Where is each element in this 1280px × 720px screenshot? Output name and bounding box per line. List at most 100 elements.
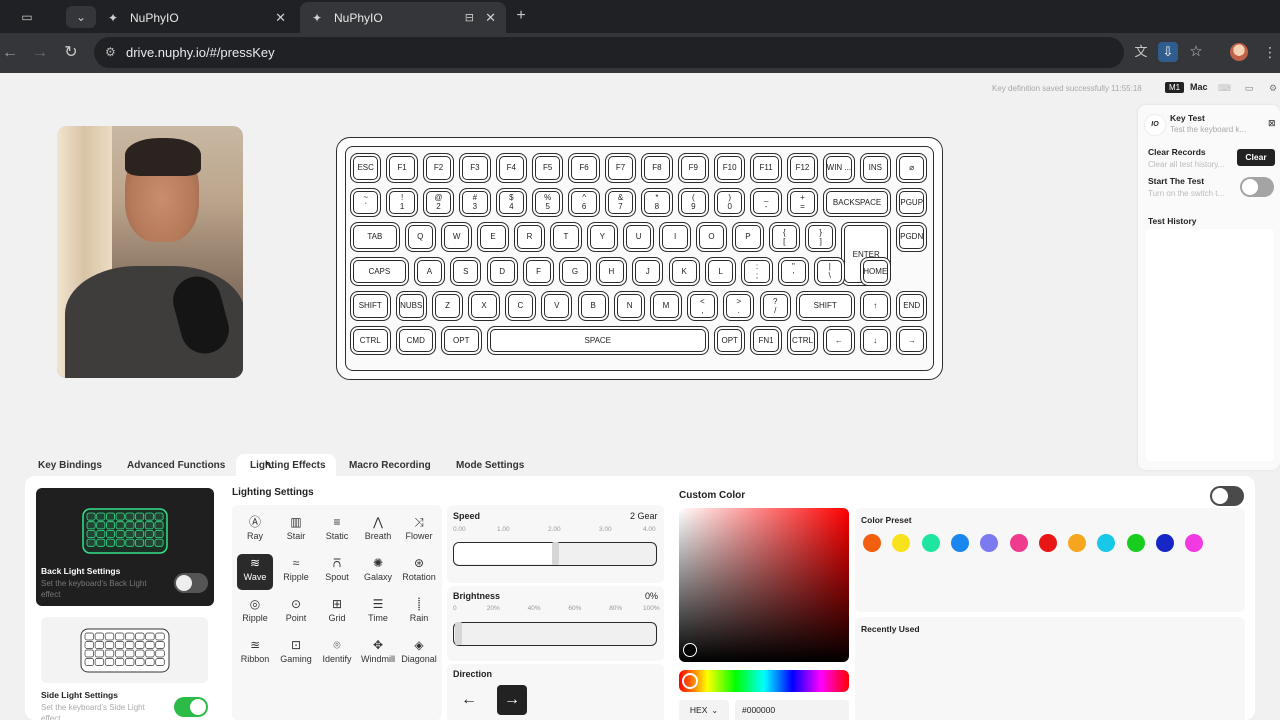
key-* 8[interactable]: * 8 bbox=[641, 187, 673, 217]
effect-gaming[interactable]: ⊡ Gaming bbox=[278, 636, 314, 672]
color-preset-swatch[interactable] bbox=[1126, 534, 1145, 552]
key-r[interactable]: R bbox=[513, 222, 546, 252]
key-b[interactable]: B bbox=[577, 291, 609, 321]
key-% 5[interactable]: % 5 bbox=[532, 187, 564, 217]
exit-icon[interactable]: ⊠ bbox=[1268, 118, 1276, 129]
browser-menu-icon[interactable]: ⋮ bbox=[1260, 42, 1280, 62]
key-f5[interactable]: F5 bbox=[532, 153, 564, 183]
effect-rotation[interactable]: ⊛ Rotation bbox=[401, 554, 437, 590]
color-preset-swatch[interactable] bbox=[921, 534, 940, 552]
color-preset-swatch[interactable] bbox=[1038, 534, 1057, 552]
color-preset-swatch[interactable] bbox=[1068, 534, 1087, 552]
key-p[interactable]: P bbox=[732, 222, 764, 252]
key-# 3[interactable]: # 3 bbox=[459, 187, 491, 217]
hue-slider-thumb[interactable] bbox=[682, 673, 698, 689]
key-i[interactable]: I bbox=[659, 222, 691, 252]
key-home[interactable]: HOME bbox=[859, 256, 891, 286]
effect-static[interactable]: ≡ Static bbox=[319, 513, 355, 549]
color-picker-cursor[interactable] bbox=[683, 643, 697, 657]
key-caps[interactable]: CAPS bbox=[350, 256, 409, 286]
key-f8[interactable]: F8 bbox=[641, 153, 673, 183]
direction-right-button[interactable]: → bbox=[497, 685, 527, 715]
side-light-card[interactable] bbox=[41, 617, 208, 683]
hue-slider[interactable] bbox=[679, 670, 849, 692]
key-m[interactable]: M bbox=[650, 291, 682, 321]
effect-wave[interactable]: ≋ Wave bbox=[237, 554, 273, 590]
speed-slider-thumb[interactable] bbox=[552, 542, 559, 565]
key-y[interactable]: Y bbox=[586, 222, 618, 252]
key-j[interactable]: J bbox=[632, 256, 664, 286]
forward-icon[interactable]: → bbox=[30, 43, 50, 63]
tab-mode-settings[interactable]: Mode Settings bbox=[456, 460, 524, 474]
key-@ 2[interactable]: @ 2 bbox=[422, 187, 455, 217]
tab-key-bindings[interactable]: Key Bindings bbox=[38, 460, 102, 474]
back-light-card[interactable]: Back Light Settings Set the keyboard's B… bbox=[36, 488, 214, 606]
back-light-toggle[interactable] bbox=[174, 573, 208, 593]
key-shift[interactable]: SHIFT bbox=[350, 291, 391, 321]
key-q[interactable]: Q bbox=[404, 222, 436, 252]
hex-input[interactable]: #000000 bbox=[735, 700, 849, 720]
tab-lighting-effects[interactable]: Lighting Effects bbox=[250, 460, 326, 474]
color-preset-swatch[interactable] bbox=[950, 534, 969, 552]
effect-galaxy[interactable]: ✺ Galaxy bbox=[360, 554, 396, 590]
tab-advanced-functions[interactable]: Advanced Functions bbox=[127, 460, 225, 474]
new-tab-icon[interactable]: + bbox=[506, 5, 536, 27]
key-pgdn[interactable]: PGDN bbox=[896, 222, 928, 252]
back-icon[interactable]: ← bbox=[0, 43, 20, 63]
effect-flower[interactable]: ⤨ Flower bbox=[401, 513, 437, 549]
side-light-toggle[interactable] bbox=[174, 697, 208, 717]
key-_ -[interactable]: _ - bbox=[750, 187, 782, 217]
key-x[interactable]: X bbox=[468, 291, 500, 321]
key-f[interactable]: F bbox=[522, 256, 555, 286]
key-c[interactable]: C bbox=[504, 291, 537, 321]
key-t[interactable]: T bbox=[550, 222, 582, 252]
key-u[interactable]: U bbox=[623, 222, 655, 252]
install-app-icon[interactable]: ⇩ bbox=[1158, 42, 1178, 62]
key-~ `[interactable]: ~ ` bbox=[350, 187, 382, 217]
close-tab-icon[interactable]: ✕ bbox=[275, 10, 286, 26]
translate-icon[interactable]: 文 bbox=[1131, 42, 1151, 62]
key-s[interactable]: S bbox=[450, 256, 482, 286]
site-settings-icon[interactable]: ⚙ bbox=[105, 45, 116, 59]
tab-search-icon[interactable]: ⌄ bbox=[66, 6, 96, 28]
key-$ 4[interactable]: $ 4 bbox=[495, 187, 527, 217]
color-preset-swatch[interactable] bbox=[1009, 534, 1028, 552]
key-a[interactable]: A bbox=[413, 256, 446, 286]
effect-ribbon[interactable]: ≊ Ribbon bbox=[237, 636, 273, 672]
effect-windmill[interactable]: ✥ Windmill bbox=[360, 636, 396, 672]
brightness-slider[interactable] bbox=[453, 622, 657, 646]
key-e[interactable]: E bbox=[477, 222, 509, 252]
key-w[interactable]: W bbox=[441, 222, 473, 252]
key-} ][interactable]: } ] bbox=[805, 222, 837, 252]
close-tab-icon[interactable]: ✕ bbox=[485, 10, 496, 26]
key-ctrl[interactable]: CTRL bbox=[786, 325, 819, 355]
key-opt[interactable]: OPT bbox=[441, 325, 482, 355]
key-ctrl[interactable]: CTRL bbox=[350, 325, 391, 355]
color-picker-canvas[interactable] bbox=[679, 508, 849, 662]
key-←[interactable]: ← bbox=[823, 325, 855, 355]
browser-tab[interactable]: ✦ NuPhyIO ✕ bbox=[96, 2, 296, 33]
profile-badge[interactable]: M1 bbox=[1165, 82, 1185, 93]
key-f9[interactable]: F9 bbox=[677, 153, 709, 183]
keyboard-icon[interactable]: ⌨ bbox=[1218, 82, 1231, 94]
color-preset-swatch[interactable] bbox=[1156, 534, 1174, 552]
custom-color-toggle[interactable] bbox=[1210, 486, 1244, 506]
key-! 1[interactable]: ! 1 bbox=[386, 187, 418, 217]
key-l[interactable]: L bbox=[704, 256, 737, 286]
key-fn1[interactable]: FN1 bbox=[750, 325, 782, 355]
effect-identify[interactable]: ⌾ Identify bbox=[319, 636, 355, 672]
key-k[interactable]: K bbox=[668, 256, 700, 286]
tab-groups-icon[interactable]: ▭ bbox=[12, 6, 42, 28]
key-f12[interactable]: F12 bbox=[786, 153, 819, 183]
reload-icon[interactable]: ↻ bbox=[61, 43, 81, 63]
key-^ 6[interactable]: ^ 6 bbox=[568, 187, 600, 217]
effect-breath[interactable]: ⋀ Breath bbox=[360, 513, 396, 549]
key-f11[interactable]: F11 bbox=[750, 153, 782, 183]
clear-button[interactable]: Clear bbox=[1237, 149, 1275, 166]
key-o[interactable]: O bbox=[695, 222, 728, 252]
key-f2[interactable]: F2 bbox=[422, 153, 455, 183]
effect-rain[interactable]: ⸽ Rain bbox=[401, 595, 437, 631]
key-< ,[interactable]: < , bbox=[686, 291, 719, 321]
key-win ...[interactable]: WIN ... bbox=[823, 153, 855, 183]
key-g[interactable]: G bbox=[559, 256, 591, 286]
